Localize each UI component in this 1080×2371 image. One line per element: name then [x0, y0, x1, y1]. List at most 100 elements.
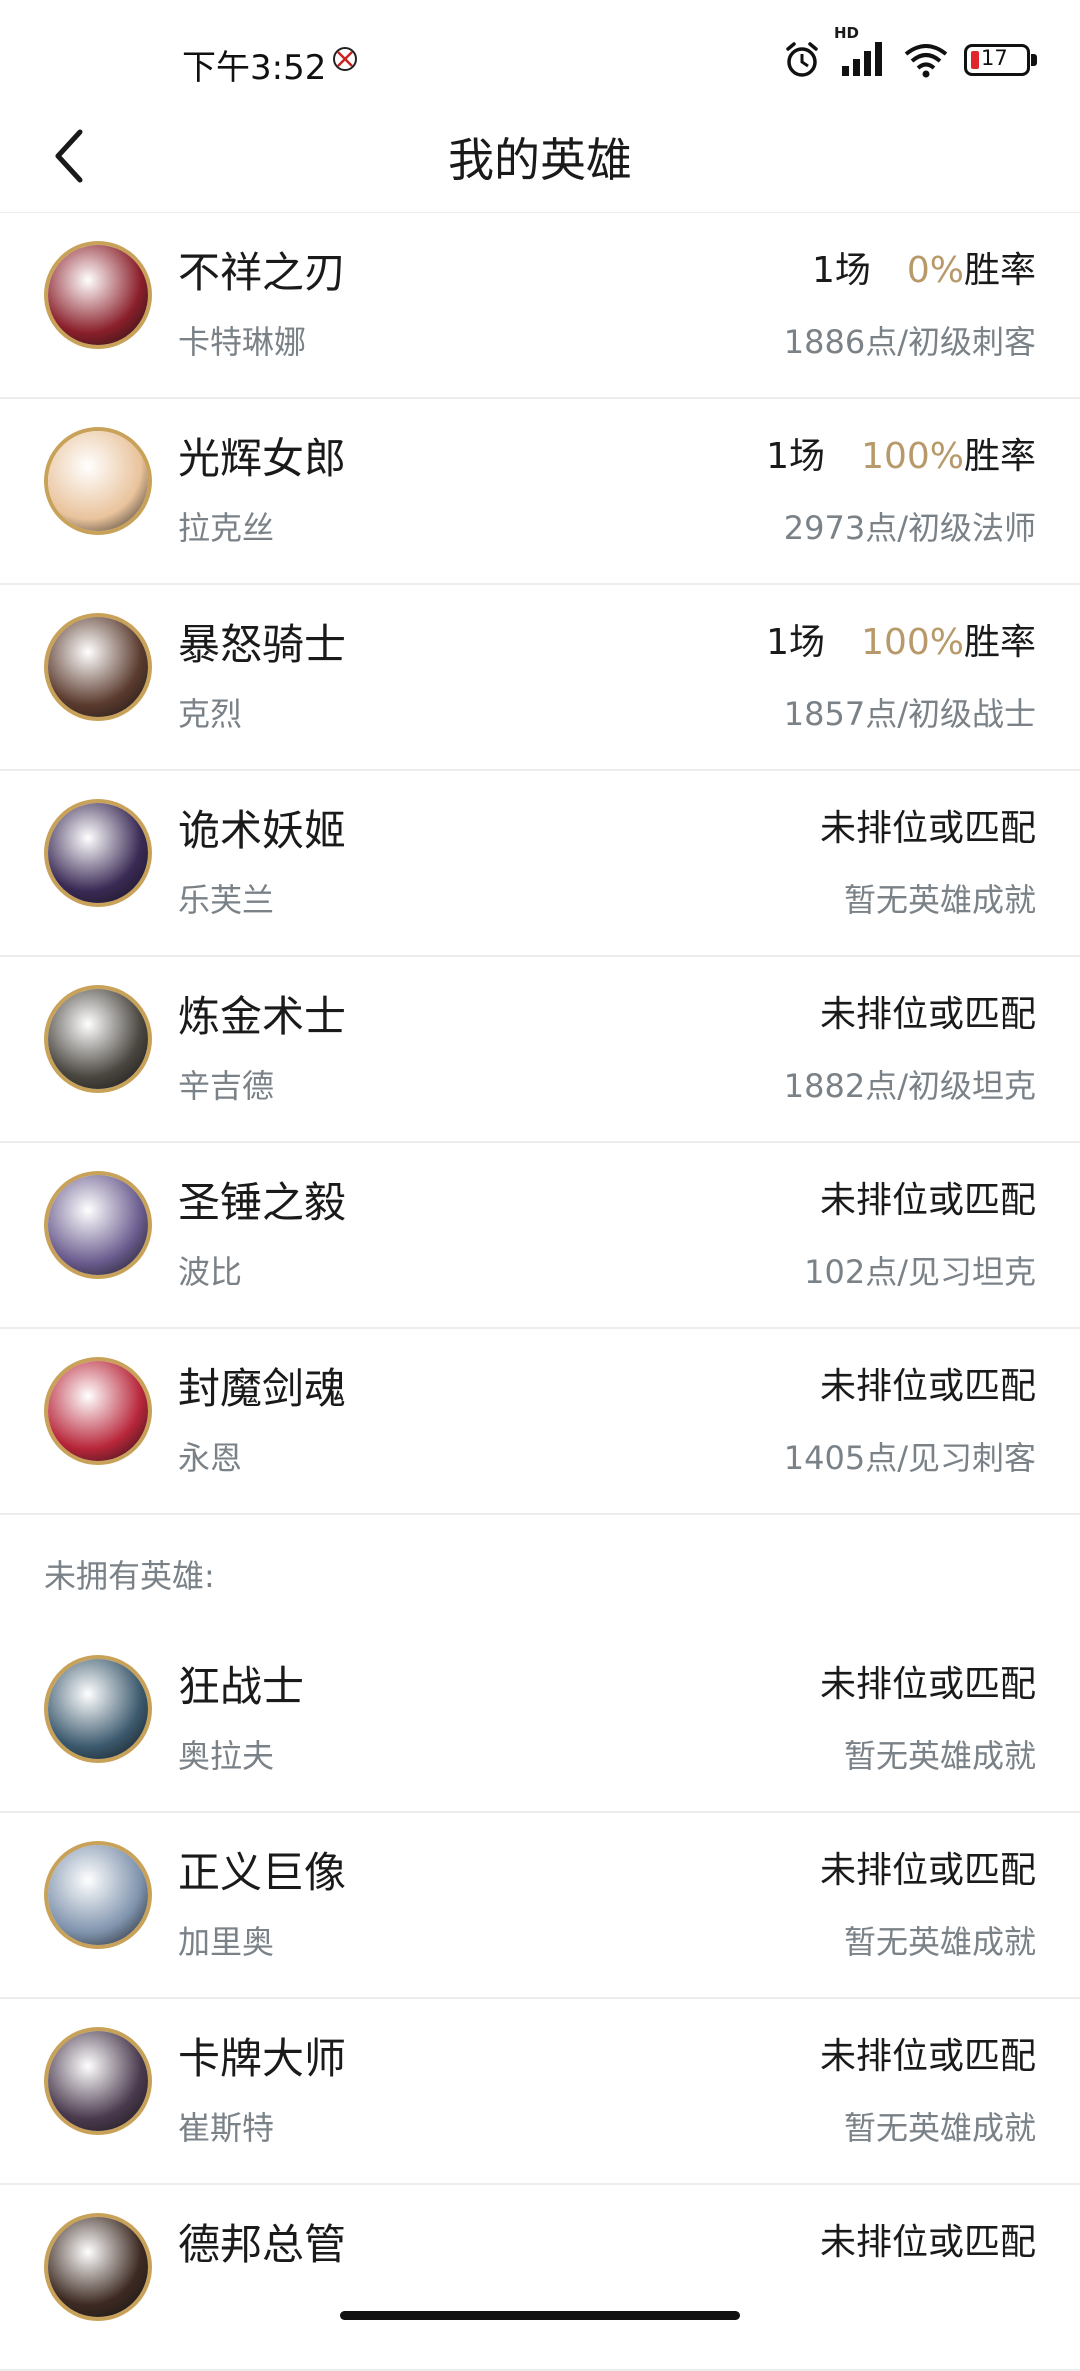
hero-title: 德邦总管: [178, 2220, 347, 2269]
win-rate: 0%: [906, 250, 964, 291]
hero-avatar-image: [48, 2217, 148, 2317]
hero-stat: 1场 0%胜率: [812, 241, 1036, 293]
hero-stat: 未排位或匹配: [819, 808, 1036, 849]
games-count: 1场: [811, 250, 871, 291]
battery-level: 17: [981, 46, 1008, 70]
hero-detail: 暂无英雄成就: [843, 2109, 1036, 2147]
hero-row[interactable]: 炼金术士辛吉德 未排位或匹配 1882点/初级坦克: [0, 957, 1080, 1143]
hero-list: 不祥之刃 卡特琳娜 1场 0%胜率 1886点/初级刺客 光辉女郎 拉克丝 1场 100%胜率 2…: [0, 213, 1080, 2371]
hero-avatar-image: [48, 1175, 148, 1275]
hero-name: 乐芙兰: [178, 881, 275, 919]
hero-title: 炼金术士: [178, 992, 347, 1041]
hero-row[interactable]: 狂战士 奥拉夫 未排位或匹配 暂无英雄成就: [0, 1627, 1080, 1813]
hero-stat: 未排位或匹配: [819, 994, 1036, 1035]
status-icons: HD 17: [782, 24, 1037, 82]
hero-detail: 1886点/初级刺客: [783, 323, 1036, 361]
hero-row[interactable]: 德邦总管 未排位或匹配: [0, 2185, 1080, 2371]
hero-row[interactable]: 暴怒骑士克烈 1场 100%胜率 1857点/初级战士: [0, 585, 1080, 771]
status-time: 下午3:52: [182, 48, 327, 88]
page-title: 我的英雄: [448, 133, 632, 187]
hero-avatar: [44, 985, 152, 1093]
hero-stat: 未排位或匹配: [819, 1664, 1036, 1705]
hero-name: 拉克丝: [178, 509, 275, 547]
hero-avatar: [44, 2213, 152, 2321]
hero-title: 封魔剑魂: [178, 1364, 347, 1413]
hero-title: 诡术妖姬: [178, 806, 347, 855]
hero-detail: 1882点/初级坦克: [783, 1067, 1036, 1105]
hero-avatar: [44, 613, 152, 721]
hero-avatar-image: [48, 803, 148, 903]
hero-avatar: [44, 427, 152, 535]
win-rate: 100%: [861, 622, 964, 663]
hero-detail: 暂无英雄成就: [843, 1737, 1036, 1775]
hero-avatar-image: [48, 1659, 148, 1759]
hero-detail: 2973点/初级法师: [783, 509, 1036, 547]
hero-avatar-image: [48, 431, 148, 531]
hero-avatar: [44, 1841, 152, 1949]
wifi-icon: [904, 44, 948, 78]
hero-stat: 未排位或匹配: [819, 2222, 1036, 2263]
games-count: 1场: [766, 436, 826, 477]
hero-detail: 102点/见习坦克: [804, 1253, 1036, 1291]
hero-stat: 未排位或匹配: [819, 2036, 1036, 2077]
hd-badge: HD: [834, 24, 860, 42]
hero-avatar: [44, 1655, 152, 1763]
hero-row[interactable]: 不祥之刃卡特琳娜 1场 0%胜率 1886点/初级刺客: [0, 213, 1080, 399]
hero-detail: 1405点/见习刺客: [783, 1439, 1036, 1477]
signal-group: HD: [834, 24, 888, 82]
hero-avatar: [44, 799, 152, 907]
hero-stat: 未排位或匹配: [819, 1366, 1036, 1407]
hero-row[interactable]: 光辉女郎拉克丝 1场 100%胜率 2973点/初级法师: [0, 399, 1080, 585]
hero-avatar: [44, 1171, 152, 1279]
win-rate: 100%: [861, 436, 964, 477]
games-count: 1场: [766, 622, 826, 663]
hero-name: 波比: [178, 1253, 243, 1291]
hero-detail: 暂无英雄成就: [843, 1923, 1036, 1961]
home-indicator[interactable]: [340, 2311, 740, 2320]
hero-row[interactable]: 封魔剑魂永恩 未排位或匹配 1405点/见习刺客: [0, 1329, 1080, 1515]
hero-stat: 未排位或匹配: [819, 1180, 1036, 1221]
hero-avatar-image: [48, 989, 148, 1089]
hero-title: 正义巨像: [178, 1848, 347, 1897]
cell-signal-icon: [842, 42, 882, 76]
hero-title: 卡牌大师: [178, 2034, 347, 2083]
hero-stat: 未排位或匹配: [819, 1850, 1036, 1891]
battery-icon: 17: [964, 44, 1037, 76]
section-label: 未拥有英雄:: [44, 1557, 215, 1595]
unowned-section-header: 未拥有英雄:: [0, 1515, 1080, 1627]
hero-row[interactable]: 诡术妖姬乐芙兰 未排位或匹配暂无英雄成就: [0, 771, 1080, 957]
win-rate-label: 胜率: [963, 436, 1036, 477]
hero-stat: 1场 100%胜率: [766, 427, 1036, 479]
win-rate-label: 胜率: [963, 250, 1036, 291]
hero-avatar-image: [48, 2031, 148, 2131]
hero-title: 不祥之刃: [178, 248, 347, 297]
hero-stat: 1场 100%胜率: [766, 613, 1036, 665]
hero-name: 辛吉德: [178, 1067, 275, 1105]
hero-name: 加里奥: [178, 1923, 275, 1961]
hero-avatar-image: [48, 617, 148, 717]
hero-title: 光辉女郎: [178, 434, 347, 483]
hero-name: 卡特琳娜: [178, 323, 307, 361]
status-bar: 下午3:52 HD 17: [0, 0, 1080, 100]
hero-title: 暴怒骑士: [178, 620, 347, 669]
hero-name: 永恩: [178, 1439, 243, 1477]
hero-title: 圣锤之毅: [178, 1178, 347, 1227]
hero-avatar-image: [48, 1361, 148, 1461]
hero-name: 崔斯特: [178, 2109, 275, 2147]
hero-row[interactable]: 正义巨像加里奥 未排位或匹配暂无英雄成就: [0, 1813, 1080, 1999]
hero-avatar-image: [48, 245, 148, 345]
hero-title: 狂战士: [178, 1662, 305, 1711]
hero-row[interactable]: 卡牌大师崔斯特 未排位或匹配暂无英雄成就: [0, 1999, 1080, 2185]
app-notification-icon: [333, 47, 357, 71]
win-rate-label: 胜率: [963, 622, 1036, 663]
hero-name: 克烈: [178, 695, 243, 733]
hero-row[interactable]: 圣锤之毅波比 未排位或匹配 102点/见习坦克: [0, 1143, 1080, 1329]
hero-avatar: [44, 1357, 152, 1465]
hero-detail: 暂无英雄成就: [843, 881, 1036, 919]
hero-avatar: [44, 2027, 152, 2135]
hero-detail: 1857点/初级战士: [783, 695, 1036, 733]
hero-avatar: [44, 241, 152, 349]
alarm-icon: [786, 42, 818, 77]
app-header: 我的英雄: [0, 100, 1080, 213]
hero-avatar-image: [48, 1845, 148, 1945]
